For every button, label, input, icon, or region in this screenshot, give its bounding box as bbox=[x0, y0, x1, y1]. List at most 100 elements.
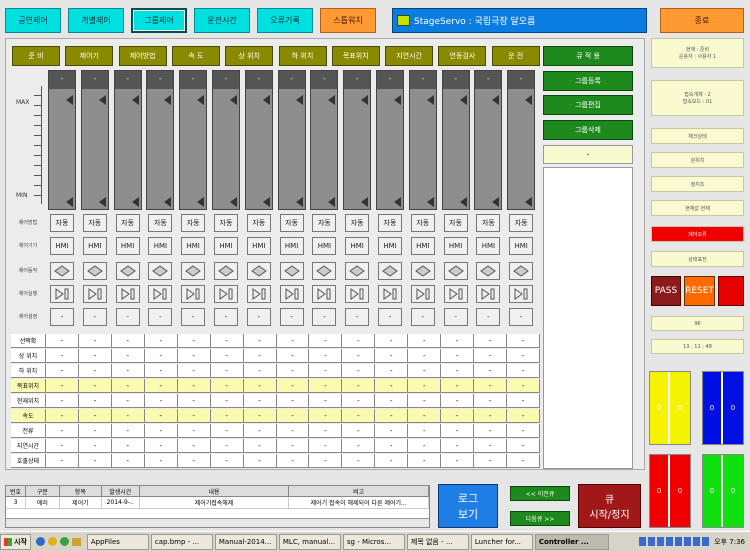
setting-button[interactable]: - bbox=[115, 308, 140, 326]
exit-button[interactable]: 종료 bbox=[660, 8, 744, 33]
tab-3[interactable]: 그룹제어 bbox=[131, 8, 187, 33]
pass-button[interactable]: PASS bbox=[651, 276, 681, 306]
chrome-icon[interactable] bbox=[47, 537, 57, 546]
taskbar-item[interactable]: AppFiles bbox=[86, 533, 149, 550]
fader-track[interactable]: - bbox=[441, 70, 470, 210]
auto-button[interactable]: 자동 bbox=[443, 214, 468, 232]
fader-track[interactable]: - bbox=[146, 70, 175, 210]
direction-icon[interactable] bbox=[115, 262, 140, 280]
tab-2[interactable]: 개별제어 bbox=[68, 8, 124, 33]
fader-track[interactable]: - bbox=[408, 70, 437, 210]
auto-button[interactable]: 자동 bbox=[509, 214, 534, 232]
folder-icon[interactable] bbox=[71, 537, 81, 546]
setting-button[interactable]: - bbox=[476, 308, 501, 326]
taskbar-item[interactable]: Manual-2014... bbox=[214, 533, 277, 550]
taskbar-item[interactable]: sg - Micros... bbox=[342, 533, 405, 550]
auto-button[interactable]: 자동 bbox=[378, 214, 402, 232]
log-view-button[interactable]: 로그 보기 bbox=[438, 484, 498, 528]
tray-icons[interactable] bbox=[639, 537, 712, 546]
auto-button[interactable]: 자동 bbox=[181, 214, 206, 232]
direction-icon[interactable] bbox=[148, 262, 173, 280]
next-cue-button[interactable]: 다음큐 >> bbox=[510, 511, 570, 526]
reset-button[interactable]: RESET bbox=[684, 276, 715, 306]
hmi-button[interactable]: HMI bbox=[443, 237, 468, 255]
hmi-button[interactable]: HMI bbox=[279, 237, 304, 255]
hmi-button[interactable]: HMI bbox=[476, 237, 501, 255]
direction-icon[interactable] bbox=[509, 262, 534, 280]
setting-button[interactable]: - bbox=[378, 308, 402, 326]
play-stop-icon[interactable] bbox=[312, 285, 337, 303]
hmi-button[interactable]: HMI bbox=[410, 237, 435, 255]
setting-button[interactable]: - bbox=[214, 308, 238, 326]
tab-5[interactable]: 오류기록 bbox=[257, 8, 313, 33]
direction-icon[interactable] bbox=[214, 262, 238, 280]
play-stop-icon[interactable] bbox=[378, 285, 402, 303]
setting-button[interactable]: - bbox=[246, 308, 271, 326]
direction-icon[interactable] bbox=[476, 262, 501, 280]
direction-icon[interactable] bbox=[345, 262, 370, 280]
setting-button[interactable]: - bbox=[82, 308, 107, 326]
hmi-button[interactable]: HMI bbox=[115, 237, 140, 255]
log-table[interactable]: 번호 구분 항목 발생시간 내용 비고 3 에러 제어기 2014-9-.. 제어기접속해제 제어기… bbox=[5, 485, 430, 528]
fader-track[interactable]: - bbox=[507, 70, 536, 210]
direction-icon[interactable] bbox=[378, 262, 402, 280]
direction-icon[interactable] bbox=[410, 262, 435, 280]
fader-track[interactable]: - bbox=[179, 70, 208, 210]
direction-icon[interactable] bbox=[246, 262, 271, 280]
auto-button[interactable]: 자동 bbox=[115, 214, 140, 232]
fader-track[interactable]: - bbox=[212, 70, 240, 210]
play-stop-icon[interactable] bbox=[214, 285, 238, 303]
play-stop-icon[interactable] bbox=[509, 285, 534, 303]
group-edit-button[interactable]: 그룹편집 bbox=[543, 95, 633, 115]
fader-track[interactable]: - bbox=[474, 70, 503, 210]
play-stop-icon[interactable] bbox=[345, 285, 370, 303]
setting-button[interactable]: - bbox=[443, 308, 468, 326]
hmi-button[interactable]: HMI bbox=[509, 237, 534, 255]
taskbar-item[interactable]: Controller ... bbox=[534, 533, 609, 550]
media-icon[interactable] bbox=[59, 537, 69, 546]
group-selected[interactable]: - bbox=[543, 145, 633, 164]
setting-button[interactable]: - bbox=[181, 308, 206, 326]
group-delete-button[interactable]: 그룹삭제 bbox=[543, 120, 633, 140]
fader-track[interactable]: - bbox=[376, 70, 404, 210]
auto-button[interactable]: 자동 bbox=[476, 214, 501, 232]
fader-track[interactable]: - bbox=[277, 70, 306, 210]
play-stop-icon[interactable] bbox=[82, 285, 107, 303]
auto-button[interactable]: 자동 bbox=[148, 214, 173, 232]
fader-track[interactable]: - bbox=[310, 70, 339, 210]
direction-icon[interactable] bbox=[443, 262, 468, 280]
tab-4[interactable]: 운전시간 bbox=[194, 8, 250, 33]
direction-icon[interactable] bbox=[312, 262, 337, 280]
auto-button[interactable]: 자동 bbox=[214, 214, 238, 232]
play-stop-icon[interactable] bbox=[279, 285, 304, 303]
taskbar-item[interactable]: Luncher for... bbox=[470, 533, 533, 550]
direction-icon[interactable] bbox=[82, 262, 107, 280]
setting-button[interactable]: - bbox=[148, 308, 173, 326]
hmi-button[interactable]: HMI bbox=[82, 237, 107, 255]
auto-button[interactable]: 자동 bbox=[345, 214, 370, 232]
setting-button[interactable]: - bbox=[50, 308, 74, 326]
auto-button[interactable]: 자동 bbox=[279, 214, 304, 232]
tab-6[interactable]: 스톱워치 bbox=[320, 8, 376, 33]
hmi-button[interactable]: HMI bbox=[246, 237, 271, 255]
play-stop-icon[interactable] bbox=[443, 285, 468, 303]
play-stop-icon[interactable] bbox=[50, 285, 74, 303]
auto-button[interactable]: 자동 bbox=[410, 214, 435, 232]
direction-icon[interactable] bbox=[279, 262, 304, 280]
direction-icon[interactable] bbox=[50, 262, 74, 280]
fader-track[interactable]: - bbox=[343, 70, 372, 210]
cue-start-stop-button[interactable]: 큐 시작/정지 bbox=[578, 484, 641, 528]
fader-track[interactable]: - bbox=[244, 70, 273, 210]
tab-1[interactable]: 공연제어 bbox=[5, 8, 61, 33]
hmi-button[interactable]: HMI bbox=[378, 237, 402, 255]
hmi-button[interactable]: HMI bbox=[345, 237, 370, 255]
fader-track[interactable]: - bbox=[113, 70, 142, 210]
auto-button[interactable]: 자동 bbox=[82, 214, 107, 232]
fader-track[interactable]: - bbox=[48, 70, 76, 210]
play-stop-icon[interactable] bbox=[181, 285, 206, 303]
play-stop-icon[interactable] bbox=[476, 285, 501, 303]
auto-button[interactable]: 자동 bbox=[50, 214, 74, 232]
setting-button[interactable]: - bbox=[279, 308, 304, 326]
play-stop-icon[interactable] bbox=[246, 285, 271, 303]
auto-button[interactable]: 자동 bbox=[246, 214, 271, 232]
